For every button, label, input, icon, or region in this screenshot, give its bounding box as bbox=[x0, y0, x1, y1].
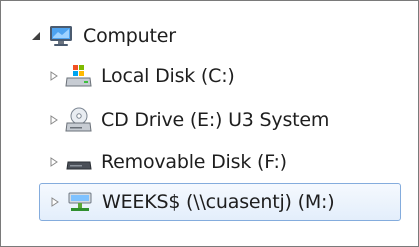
collapsed-arrow-icon[interactable] bbox=[47, 69, 61, 83]
cd-drive-icon bbox=[65, 106, 93, 134]
tree-item-local-disk[interactable]: Local Disk (C:) bbox=[47, 58, 235, 94]
tree-item-removable-disk[interactable]: Removable Disk (F:) bbox=[47, 144, 287, 180]
removable-disk-icon bbox=[65, 148, 93, 176]
collapsed-arrow-icon[interactable] bbox=[48, 195, 62, 209]
navigation-tree: Computer Local Disk (C:) CD Drive (E:) U… bbox=[0, 0, 419, 247]
tree-item-network-drive[interactable]: WEEKS$ (\\cuasentj) (M:) bbox=[39, 183, 401, 221]
tree-item-label: CD Drive (E:) U3 System bbox=[101, 109, 330, 131]
collapsed-arrow-icon[interactable] bbox=[47, 113, 61, 127]
computer-icon bbox=[47, 22, 75, 50]
tree-item-label: WEEKS$ (\\cuasentj) (M:) bbox=[102, 191, 335, 213]
network-drive-icon bbox=[66, 188, 94, 216]
tree-item-cd-drive[interactable]: CD Drive (E:) U3 System bbox=[47, 102, 329, 138]
tree-item-label: Local Disk (C:) bbox=[101, 65, 235, 87]
expanded-arrow-icon[interactable] bbox=[29, 29, 43, 43]
tree-item-label: Computer bbox=[83, 25, 176, 47]
collapsed-arrow-icon[interactable] bbox=[47, 155, 61, 169]
local-disk-icon bbox=[65, 62, 93, 90]
tree-item-computer[interactable]: Computer bbox=[29, 18, 176, 54]
tree-item-label: Removable Disk (F:) bbox=[101, 151, 287, 173]
